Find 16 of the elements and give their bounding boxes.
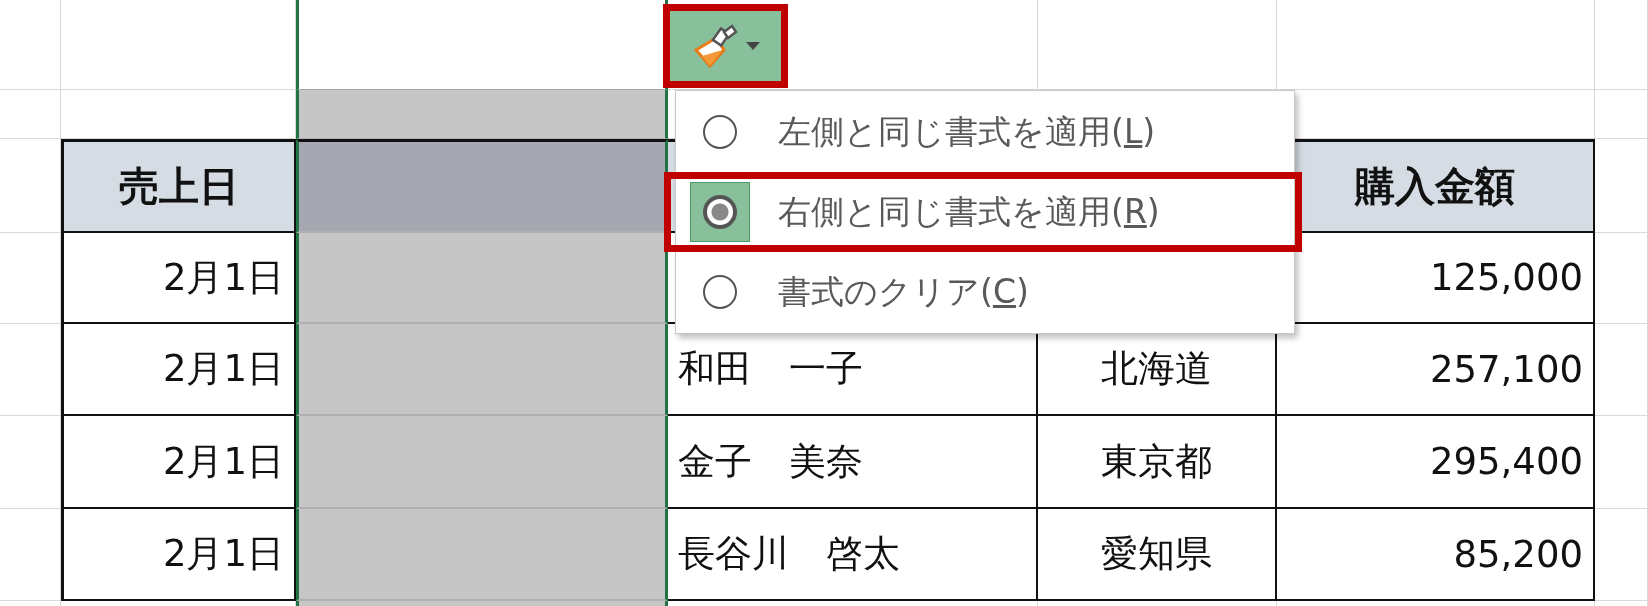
column-header: 売上日 — [61, 139, 296, 233]
paste-options-button[interactable] — [663, 4, 788, 88]
menu-item[interactable]: 右側と同じ書式を適用(R) — [664, 172, 1302, 252]
radio-button[interactable] — [703, 195, 737, 229]
paintbrush-icon — [691, 24, 738, 68]
table-cell: 東京都 — [1038, 416, 1277, 509]
grid-cell — [1595, 90, 1648, 139]
caret-icon — [745, 42, 760, 50]
table-cell: 85,200 — [1277, 509, 1595, 601]
table-cell: 愛知県 — [1038, 509, 1277, 601]
table-cell: 金子 美奈 — [668, 416, 1038, 509]
table-cell: 295,400 — [1277, 416, 1595, 509]
radio-button[interactable] — [703, 275, 737, 309]
table-cell: 長谷川 啓太 — [668, 509, 1038, 601]
grid-cell — [0, 90, 61, 139]
radio-button[interactable] — [703, 115, 737, 149]
